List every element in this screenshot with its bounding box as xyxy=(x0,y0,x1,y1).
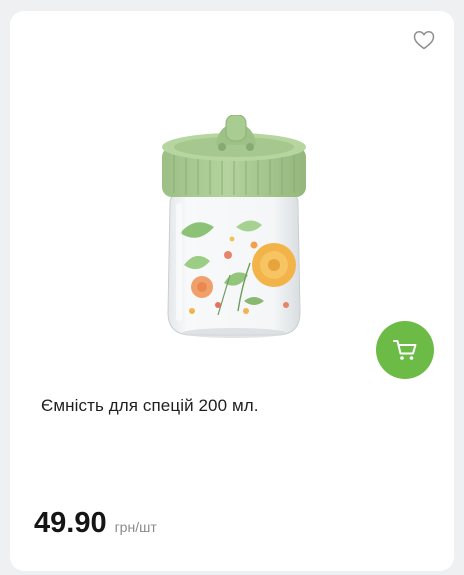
product-price: 49.90 xyxy=(34,507,107,539)
product-card[interactable]: Ємність для спецій 200 мл. 49.90 грн/шт xyxy=(10,11,454,571)
product-image[interactable] xyxy=(158,114,310,347)
cart-icon xyxy=(393,340,417,360)
spice-jar-picture xyxy=(162,114,306,338)
favorite-button[interactable] xyxy=(412,28,436,52)
price-unit: грн/шт xyxy=(114,519,157,535)
add-to-cart-button[interactable] xyxy=(376,321,434,379)
price-row: 49.90 грн/шт xyxy=(34,507,157,540)
product-title[interactable]: Ємність для спецій 200 мл. xyxy=(41,396,259,416)
heart-icon xyxy=(413,31,435,50)
